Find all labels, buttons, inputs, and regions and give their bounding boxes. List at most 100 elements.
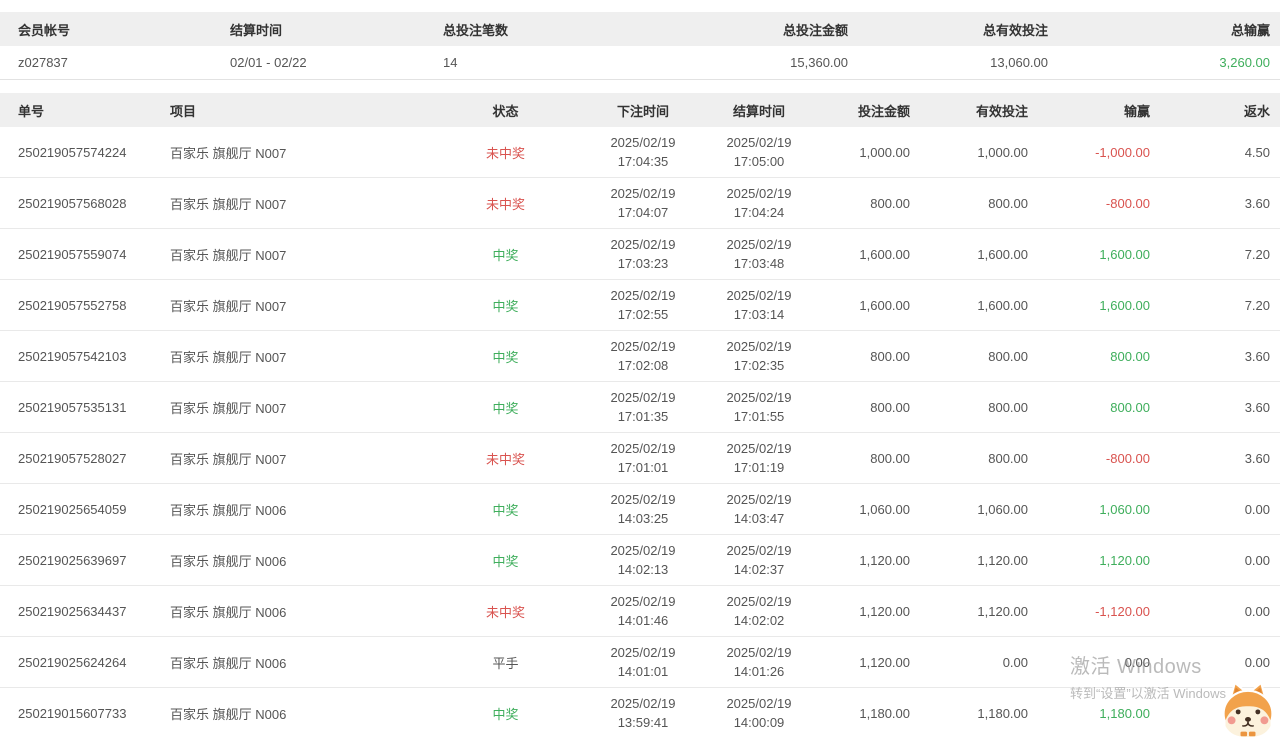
settle-time-line: 17:03:48 [734,254,785,273]
bet-date-line: 2025/02/19 [610,337,675,356]
bet-time-line: 17:03:23 [618,254,669,273]
bet-time-line: 17:01:35 [618,407,669,426]
settle-time: 2025/02/19 17:01:19 [703,433,815,483]
game-item: 百家乐 旗舰厅 N007 [170,127,428,177]
header-valid-bet: 有效投注 [910,93,1028,127]
table-row[interactable]: 250219057559074 百家乐 旗舰厅 N007 中奖 2025/02/… [0,229,1280,280]
winloss-value: 800.00 [1028,331,1150,381]
bet-amount: 800.00 [815,433,910,483]
rebate-value: 0.00 [1150,484,1270,534]
bet-date-line: 2025/02/19 [610,286,675,305]
header-order-no: 单号 [18,93,170,127]
order-number: 250219025639697 [18,535,170,585]
table-row[interactable]: 250219057542103 百家乐 旗舰厅 N007 中奖 2025/02/… [0,331,1280,382]
settle-time-line: 14:03:47 [734,509,785,528]
settle-time: 2025/02/19 14:00:09 [703,688,815,737]
order-number: 250219015607733 [18,688,170,737]
winloss-value: 1,180.00 [1028,688,1150,737]
header-item: 项目 [170,93,428,127]
table-row[interactable]: 250219025639697 百家乐 旗舰厅 N006 中奖 2025/02/… [0,535,1280,586]
bet-date-line: 2025/02/19 [610,490,675,509]
bet-date-line: 2025/02/19 [610,643,675,662]
status-badge: 中奖 [428,382,583,432]
bet-time: 2025/02/19 13:59:41 [583,688,703,737]
settle-time-line: 17:01:19 [734,458,785,477]
settle-date-line: 2025/02/19 [726,541,791,560]
table-row[interactable]: 250219057528027 百家乐 旗舰厅 N007 未中奖 2025/02… [0,433,1280,484]
bet-date-line: 2025/02/19 [610,592,675,611]
summary-account: z027837 [18,46,230,79]
order-number: 250219025634437 [18,586,170,636]
rebate-value: 0.00 [1150,535,1270,585]
winloss-value: 1,600.00 [1028,229,1150,279]
status-badge: 未中奖 [428,178,583,228]
bet-time-line: 17:02:08 [618,356,669,375]
game-item: 百家乐 旗舰厅 N007 [170,178,428,228]
valid-bet: 1,120.00 [910,586,1028,636]
bet-time: 2025/02/19 14:01:46 [583,586,703,636]
rebate-value: 4.50 [1150,127,1270,177]
settle-date-line: 2025/02/19 [726,490,791,509]
rebate-value: 3.60 [1150,331,1270,381]
table-row[interactable]: 250219015607733 百家乐 旗舰厅 N006 中奖 2025/02/… [0,688,1280,737]
game-item: 百家乐 旗舰厅 N006 [170,484,428,534]
winloss-value: -800.00 [1028,178,1150,228]
bet-time: 2025/02/19 17:04:07 [583,178,703,228]
summary-total-winloss: 3,260.00 [1048,46,1270,79]
bet-time-line: 17:02:55 [618,305,669,324]
table-row[interactable]: 250219025654059 百家乐 旗舰厅 N006 中奖 2025/02/… [0,484,1280,535]
table-row[interactable]: 250219057552758 百家乐 旗舰厅 N007 中奖 2025/02/… [0,280,1280,331]
settle-time: 2025/02/19 14:01:26 [703,637,815,687]
bet-amount: 800.00 [815,331,910,381]
order-number: 250219057568028 [18,178,170,228]
table-row[interactable]: 250219057535131 百家乐 旗舰厅 N007 中奖 2025/02/… [0,382,1280,433]
winloss-value: -1,000.00 [1028,127,1150,177]
rebate-value: 3.60 [1150,178,1270,228]
settle-time: 2025/02/19 14:02:37 [703,535,815,585]
settle-time: 2025/02/19 17:05:00 [703,127,815,177]
rebate-value: 0.00 [1150,637,1270,687]
settle-time: 2025/02/19 14:03:47 [703,484,815,534]
game-item: 百家乐 旗舰厅 N007 [170,229,428,279]
summary-header-total-amount: 总投注金额 [656,12,848,46]
bet-time-line: 14:03:25 [618,509,669,528]
status-badge: 中奖 [428,331,583,381]
table-row[interactable]: 250219025624264 百家乐 旗舰厅 N006 平手 2025/02/… [0,637,1280,688]
valid-bet: 800.00 [910,331,1028,381]
game-item: 百家乐 旗舰厅 N006 [170,535,428,585]
valid-bet: 1,060.00 [910,484,1028,534]
settle-date-line: 2025/02/19 [726,439,791,458]
bet-amount: 1,000.00 [815,127,910,177]
status-badge: 中奖 [428,484,583,534]
bet-time: 2025/02/19 17:01:35 [583,382,703,432]
winloss-value: 1,600.00 [1028,280,1150,330]
settle-date-line: 2025/02/19 [726,592,791,611]
bet-time: 2025/02/19 17:02:08 [583,331,703,381]
bet-time: 2025/02/19 14:03:25 [583,484,703,534]
table-row[interactable]: 250219057568028 百家乐 旗舰厅 N007 未中奖 2025/02… [0,178,1280,229]
status-badge: 平手 [428,637,583,687]
summary-header-period: 结算时间 [230,12,443,46]
settle-date-line: 2025/02/19 [726,643,791,662]
game-item: 百家乐 旗舰厅 N007 [170,331,428,381]
records-rows: 250219057574224 百家乐 旗舰厅 N007 未中奖 2025/02… [0,127,1280,737]
bet-amount: 1,600.00 [815,229,910,279]
valid-bet: 1,600.00 [910,229,1028,279]
settle-date-line: 2025/02/19 [726,286,791,305]
settle-time: 2025/02/19 17:01:55 [703,382,815,432]
table-row[interactable]: 250219057574224 百家乐 旗舰厅 N007 未中奖 2025/02… [0,127,1280,178]
settle-time-line: 17:01:55 [734,407,785,426]
records-header-row: 单号 项目 状态 下注时间 结算时间 投注金额 有效投注 输赢 返水 [0,93,1280,127]
bet-date-line: 2025/02/19 [610,184,675,203]
winloss-value: -800.00 [1028,433,1150,483]
settle-date-line: 2025/02/19 [726,235,791,254]
game-item: 百家乐 旗舰厅 N007 [170,280,428,330]
settle-time-line: 17:04:24 [734,203,785,222]
bet-amount: 1,120.00 [815,535,910,585]
settle-time: 2025/02/19 17:02:35 [703,331,815,381]
status-badge: 中奖 [428,229,583,279]
table-row[interactable]: 250219025634437 百家乐 旗舰厅 N006 未中奖 2025/02… [0,586,1280,637]
winloss-value: -1,120.00 [1028,586,1150,636]
settle-date-line: 2025/02/19 [726,694,791,713]
bet-amount: 1,120.00 [815,637,910,687]
